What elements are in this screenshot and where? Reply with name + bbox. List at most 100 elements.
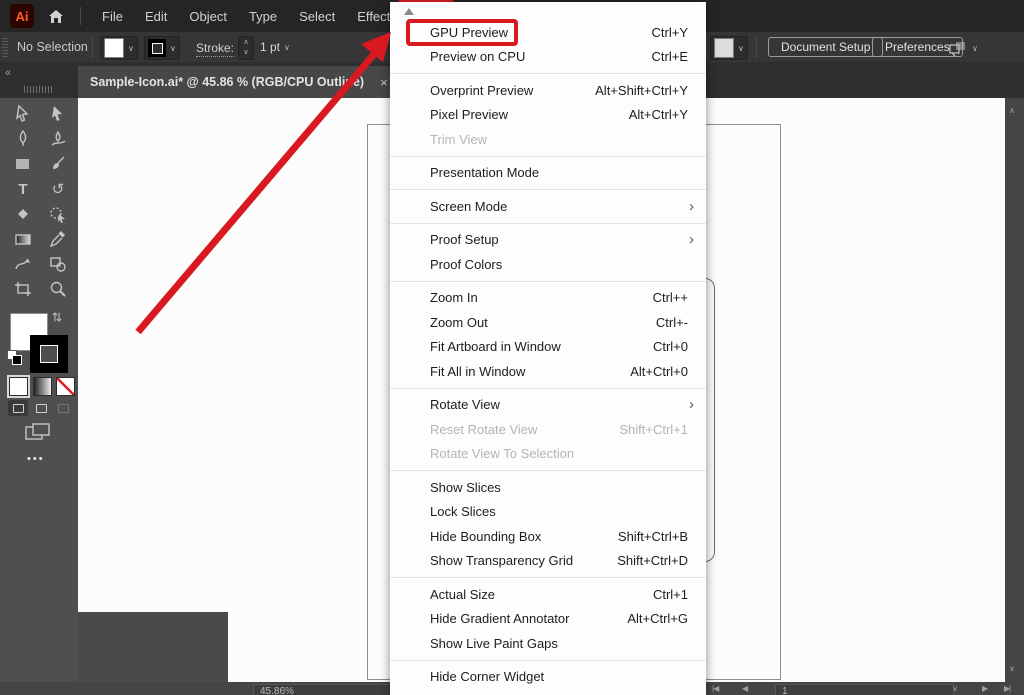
eyedropper-tool[interactable] [45, 228, 71, 250]
menu-item-shortcut: Ctrl+- [656, 315, 688, 330]
menu-item-show-transparency-grid[interactable]: Show Transparency GridShift+Ctrl+D [390, 549, 706, 574]
menu-item-preview-on-cpu[interactable]: Preview on CPUCtrl+E [390, 45, 706, 70]
chevron-down-icon[interactable]: ∨ [170, 44, 176, 53]
menu-item-lock-slices[interactable]: Lock Slices [390, 500, 706, 525]
menu-item-hide-bounding-box[interactable]: Hide Bounding BoxShift+Ctrl+B [390, 524, 706, 549]
stroke-proxy[interactable] [30, 335, 68, 373]
menubar-item-select[interactable]: Select [288, 3, 346, 30]
menu-item-hide-edges[interactable]: Hide EdgesCtrl+H [390, 689, 706, 695]
chevron-down-icon[interactable]: ∨ [284, 43, 290, 52]
menu-item-trim-view[interactable]: Trim View [390, 127, 706, 152]
color-button[interactable] [9, 377, 28, 396]
panel-drag-grip-icon[interactable] [24, 86, 52, 93]
eraser-tool[interactable] [10, 203, 36, 225]
menu-item-show-live-paint-gaps[interactable]: Show Live Paint Gaps [390, 631, 706, 656]
shape-builder-tool[interactable] [45, 203, 71, 225]
stroke-color-control[interactable]: ∨ [144, 36, 180, 60]
document-setup-button[interactable]: Document Setup [768, 37, 883, 57]
next-artboard-icon[interactable]: ▶ [982, 684, 987, 693]
collapse-panel-icon[interactable]: « [5, 67, 11, 79]
menu-item-pixel-preview[interactable]: Pixel PreviewAlt+Ctrl+Y [390, 103, 706, 128]
artboard-number-dropdown[interactable]: 1 [775, 684, 954, 695]
menubar-item-type[interactable]: Type [238, 3, 288, 30]
rotate-tool[interactable]: ↺ [45, 178, 71, 200]
menu-item-gpu-preview[interactable]: GPU PreviewCtrl+Y [390, 20, 706, 45]
menu-item-proof-colors[interactable]: Proof Colors [390, 252, 706, 277]
pen-tool[interactable] [10, 128, 36, 150]
menu-item-proof-setup[interactable]: Proof Setup› [390, 228, 706, 253]
chevron-down-icon[interactable]: ∨ [952, 684, 957, 693]
chevron-down-icon[interactable]: ∨ [738, 44, 744, 53]
stepper-up-icon[interactable]: ∧ [239, 38, 253, 48]
draw-normal-button[interactable] [8, 400, 28, 416]
zoom-level-dropdown[interactable]: 45.86% [253, 684, 397, 695]
menu-item-rotate-view-to-selection[interactable]: Rotate View To Selection [390, 442, 706, 467]
blend-tool[interactable] [10, 253, 36, 275]
menu-item-actual-size[interactable]: Actual SizeCtrl+1 [390, 582, 706, 607]
menu-item-shortcut: Alt+Ctrl+G [627, 611, 688, 626]
stroke-swatch[interactable] [148, 39, 166, 57]
none-button[interactable] [56, 377, 75, 396]
home-icon[interactable] [48, 9, 64, 24]
stroke-weight-dropdown[interactable]: 1 pt ∨ [256, 36, 306, 58]
menu-item-presentation-mode[interactable]: Presentation Mode [390, 161, 706, 186]
menu-item-label: Show Transparency Grid [430, 553, 597, 568]
menu-item-screen-mode[interactable]: Screen Mode› [390, 194, 706, 219]
chevron-down-icon[interactable]: ∨ [972, 44, 978, 53]
previous-artboard-icon[interactable]: ◀ [742, 684, 747, 693]
selection-tool[interactable] [10, 103, 36, 125]
draw-inside-button[interactable] [53, 400, 73, 416]
menu-item-fit-all-in-window[interactable]: Fit All in WindowAlt+Ctrl+0 [390, 359, 706, 384]
panel-grip-icon[interactable] [2, 37, 8, 57]
menu-item-reset-rotate-view[interactable]: Reset Rotate ViewShift+Ctrl+1 [390, 417, 706, 442]
document-tab[interactable]: Sample-Icon.ai* @ 45.86 % (RGB/CPU Outli… [78, 66, 400, 98]
artboard-number-value: 1 [782, 686, 788, 695]
menu-scroll-up-icon[interactable] [404, 8, 414, 15]
menu-item-fit-artboard-in-window[interactable]: Fit Artboard in WindowCtrl+0 [390, 335, 706, 360]
document-tab-title: Sample-Icon.ai* @ 45.86 % (RGB/CPU Outli… [90, 75, 364, 89]
vertical-scrollbar[interactable]: ∧ ∨ [1005, 98, 1024, 682]
swap-fill-stroke-icon[interactable]: ⇄ [50, 312, 64, 322]
divider [756, 36, 757, 58]
default-fill-stroke-icon[interactable] [7, 350, 21, 364]
more-tools-icon[interactable]: ••• [27, 453, 45, 465]
menu-item-hide-corner-widget[interactable]: Hide Corner Widget [390, 665, 706, 690]
menu-separator [390, 73, 706, 74]
menubar-item-file[interactable]: File [91, 3, 134, 30]
scroll-down-icon[interactable]: ∨ [1009, 664, 1015, 673]
stroke-label[interactable]: Stroke: [196, 41, 234, 57]
zoom-tool[interactable] [45, 278, 71, 300]
style-swatch[interactable] [714, 38, 734, 58]
scroll-up-icon[interactable]: ∧ [1009, 106, 1015, 115]
gradient-button[interactable] [33, 377, 52, 396]
style-swatch-control[interactable]: ∨ [710, 36, 748, 60]
screen-mode-icon[interactable] [25, 423, 51, 446]
menu-item-zoom-out[interactable]: Zoom OutCtrl+- [390, 310, 706, 335]
close-icon[interactable]: × [380, 75, 388, 90]
menu-item-zoom-in[interactable]: Zoom InCtrl++ [390, 286, 706, 311]
chevron-down-icon[interactable]: ∨ [128, 44, 134, 53]
menu-item-show-slices[interactable]: Show Slices [390, 475, 706, 500]
fill-swatch[interactable] [104, 38, 124, 58]
menubar-item-edit[interactable]: Edit [134, 3, 178, 30]
gradient-tool[interactable] [10, 228, 36, 250]
menu-item-label: Show Live Paint Gaps [430, 636, 688, 651]
first-artboard-icon[interactable]: |◀ [712, 684, 718, 693]
rectangle-tool[interactable] [10, 153, 36, 175]
menubar-item-object[interactable]: Object [178, 3, 238, 30]
arrange-documents-control[interactable]: ∨ [948, 40, 978, 56]
symbols-tool[interactable] [45, 253, 71, 275]
last-artboard-icon[interactable]: ▶| [1004, 684, 1010, 693]
menu-item-rotate-view[interactable]: Rotate View› [390, 393, 706, 418]
stepper-down-icon[interactable]: ∨ [239, 48, 253, 58]
fill-color-control[interactable]: ∨ [100, 36, 138, 60]
direct-selection-tool[interactable] [45, 103, 71, 125]
menu-item-hide-gradient-annotator[interactable]: Hide Gradient AnnotatorAlt+Ctrl+G [390, 607, 706, 632]
artboard-tool[interactable] [10, 278, 36, 300]
curvature-tool[interactable] [45, 128, 71, 150]
paintbrush-tool[interactable] [45, 153, 71, 175]
stroke-weight-stepper[interactable]: ∧ ∨ [238, 36, 254, 60]
type-tool[interactable]: T [10, 178, 36, 200]
draw-behind-button[interactable] [31, 400, 51, 416]
menu-item-overprint-preview[interactable]: Overprint PreviewAlt+Shift+Ctrl+Y [390, 78, 706, 103]
